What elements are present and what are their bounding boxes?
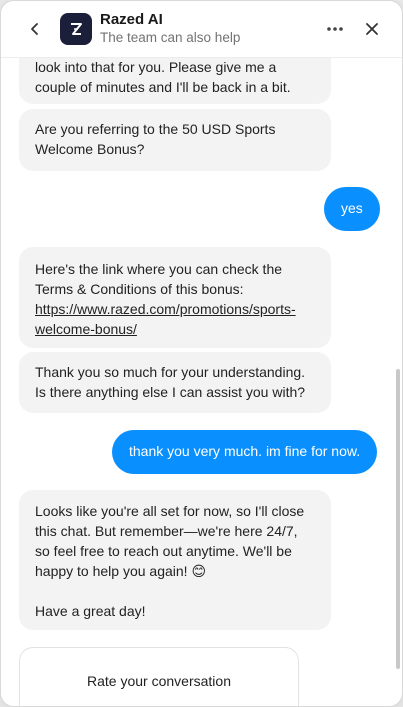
message-text: thank you very much. im fine for now.	[129, 443, 361, 459]
message-text: look into that for you. Please give me a…	[35, 59, 291, 95]
chevron-left-icon	[31, 23, 38, 35]
razed-logo	[60, 13, 92, 45]
close-icon	[366, 23, 378, 35]
bot-message: Are you referring to the 50 USD Sports W…	[19, 109, 331, 171]
chat-title: Razed AI	[100, 11, 163, 28]
rate-conversation-label: Rate your conversation	[87, 673, 231, 689]
back-button[interactable]	[21, 15, 49, 43]
razed-logo-icon	[71, 23, 82, 35]
chat-subtitle: The team can also help	[100, 30, 241, 45]
more-options-button[interactable]	[321, 15, 349, 43]
more-horizontal-icon	[327, 27, 343, 31]
message-text: Thank you so much for your understanding…	[35, 364, 306, 400]
message-text: Are you referring to the 50 USD Sports W…	[35, 121, 276, 157]
user-message: yes	[324, 187, 380, 231]
rate-conversation-card[interactable]: Rate your conversation	[19, 647, 299, 706]
bot-message: Looks like you're all set for now, so I'…	[19, 490, 331, 630]
close-button[interactable]	[358, 15, 386, 43]
message-list[interactable]: look into that for you. Please give me a…	[1, 1, 402, 706]
bot-message: Thank you so much for your understanding…	[19, 352, 331, 413]
message-text-closing: Have a great day!	[35, 603, 146, 619]
user-message: thank you very much. im fine for now.	[112, 430, 378, 474]
message-text: Here's the link where you can check the …	[35, 261, 283, 297]
promotion-link[interactable]: https://www.razed.com/promotions/sports-…	[35, 301, 296, 337]
chat-header: Razed AI The team can also help	[1, 1, 402, 58]
message-text: yes	[341, 200, 363, 216]
message-text: Looks like you're all set for now, so I'…	[35, 503, 305, 579]
scrollbar-thumb[interactable]	[396, 369, 400, 669]
bot-message: Here's the link where you can check the …	[19, 247, 331, 348]
chat-window: look into that for you. Please give me a…	[0, 0, 403, 707]
